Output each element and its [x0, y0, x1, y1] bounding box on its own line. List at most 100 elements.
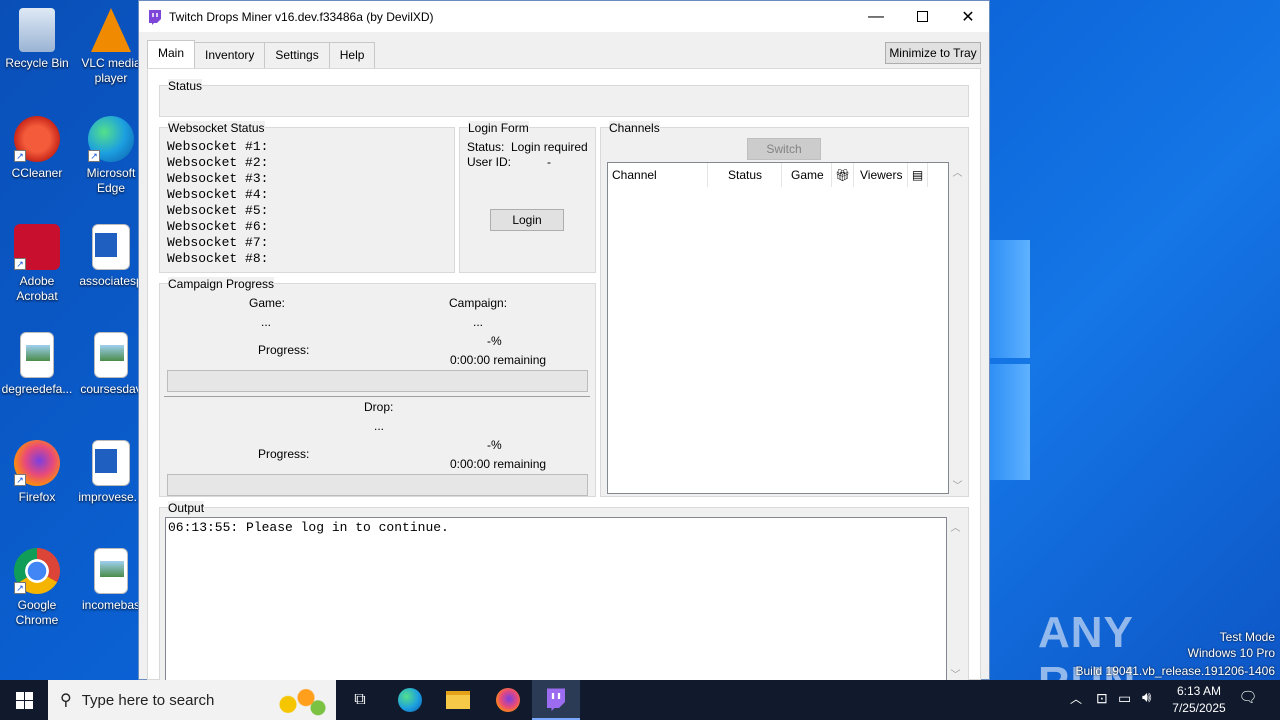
column-header-game[interactable]: Game: [782, 163, 832, 187]
desktop-icon-coursesdav[interactable]: coursesdav: [74, 332, 148, 397]
search-placeholder: Type here to search: [81, 691, 215, 709]
websocket-line: Websocket #7:: [167, 235, 269, 250]
desktop-icon-degreedefa[interactable]: degreedefa...: [0, 332, 74, 397]
clock-time: 6:13 AM: [1176, 684, 1222, 698]
tray-network-adapter[interactable]: ⊡: [1096, 690, 1108, 707]
desktop-icon-improvese[interactable]: improvese...: [74, 440, 148, 505]
scroll-up-icon: ︿: [950, 523, 961, 534]
maximize-icon: [916, 11, 928, 22]
word-document-icon: [92, 224, 130, 270]
task-view-icon: ⧉: [354, 691, 366, 708]
gift-icon: 🎁︎: [834, 168, 851, 182]
desktop-icon-associatesp[interactable]: associatesp: [74, 224, 148, 289]
chevron-up-icon: ︿: [1070, 692, 1083, 706]
desktop-icon-recycle-bin[interactable]: Recycle Bin: [0, 8, 74, 71]
maximize-button[interactable]: [899, 1, 945, 32]
scroll-up-icon: ︿: [952, 168, 963, 179]
vlc-cone-icon: [91, 8, 131, 52]
desktop-icon-vlc[interactable]: VLC media player: [74, 8, 148, 86]
desktop-icon-firefox[interactable]: ↗ Firefox: [0, 440, 74, 505]
folder-icon: [446, 691, 470, 709]
clock-date: 7/25/2025: [1172, 701, 1226, 715]
taskbar-firefox[interactable]: [484, 680, 532, 720]
tray-volume[interactable]: 🔊︎: [1142, 689, 1151, 706]
login-button[interactable]: Login: [490, 209, 564, 231]
user-id-label: User ID:: [467, 155, 512, 169]
drop-value: ...: [374, 419, 385, 433]
column-header-status[interactable]: Status: [708, 163, 782, 187]
windows-edition-text: Windows 10 Pro: [1187, 646, 1275, 660]
websocket-status-label: Websocket Status: [168, 121, 265, 135]
taskbar-edge[interactable]: [386, 680, 434, 720]
image-file-icon: [94, 332, 128, 378]
desktop-icon-label: associatesp: [79, 274, 143, 288]
websocket-status-frame: Websocket Status Websocket #1: Websocket…: [159, 121, 455, 273]
login-form-label: Login Form: [468, 121, 529, 135]
column-header-channel[interactable]: Channel: [608, 163, 708, 187]
desktop-icon-label: incomebas: [81, 598, 141, 612]
close-icon: ✕: [961, 8, 975, 26]
column-header-drops[interactable]: 🎁︎: [832, 163, 854, 187]
tab-main[interactable]: Main: [147, 40, 196, 68]
minimize-to-tray-button[interactable]: Minimize to Tray: [885, 42, 981, 64]
tab-strip: Main Inventory Settings Help: [147, 40, 376, 68]
channels-table: Channel Status Game 🎁︎ Viewers ▤: [607, 162, 949, 494]
column-header-viewers[interactable]: Viewers: [854, 163, 908, 187]
drop-progress-bar: [167, 474, 588, 496]
title-bar[interactable]: Twitch Drops Miner v16.dev.f33486a (by D…: [139, 1, 989, 32]
websocket-line: Websocket #8:: [167, 251, 269, 266]
taskbar-clock[interactable]: 6:13 AM 7/25/2025: [1164, 683, 1234, 717]
desktop-icon-label: degreedefa...: [1, 382, 73, 396]
switch-button[interactable]: Switch: [747, 138, 821, 160]
firefox-icon: ↗: [14, 440, 60, 486]
twitch-drops-miner-icon: [547, 688, 565, 711]
desktop-icon-label: improvese...: [78, 490, 144, 504]
drop-percent: -%: [487, 438, 502, 452]
start-button[interactable]: [0, 680, 48, 720]
column-header-acl[interactable]: ▤: [908, 163, 928, 187]
test-mode-text: Test Mode: [1219, 630, 1275, 644]
firefox-icon: [496, 688, 520, 712]
campaign-progress-frame: Campaign Progress Game: ... Campaign: ..…: [159, 277, 596, 497]
tray-network[interactable]: ▭: [1118, 690, 1131, 707]
output-frame: Output 06:13:55: Please log in to contin…: [159, 501, 969, 683]
ccleaner-icon: ↗: [14, 116, 60, 162]
desktop-icon-label: coursesdav: [80, 382, 142, 396]
desktop-icon-acrobat[interactable]: ↗ Adobe Acrobat: [0, 224, 74, 304]
network-icon: ▭: [1118, 690, 1132, 706]
tab-help[interactable]: Help: [328, 42, 376, 68]
show-hidden-icons-button[interactable]: ︿: [1070, 690, 1082, 707]
status-frame-label: Status: [168, 79, 203, 93]
taskbar-file-explorer[interactable]: [434, 680, 482, 720]
taskbar-search-box[interactable]: ⚲ Type here to search: [48, 680, 336, 720]
task-view-button[interactable]: ⧉: [336, 680, 384, 720]
desktop-icon-chrome[interactable]: ↗ Google Chrome: [0, 548, 74, 628]
websocket-line: Websocket #2:: [167, 155, 269, 170]
desktop-icon-ccleaner[interactable]: ↗ CCleaner: [0, 116, 74, 181]
websocket-line: Websocket #6:: [167, 219, 269, 234]
websocket-line: Websocket #3:: [167, 171, 269, 186]
network-adapter-icon: ⊡: [1096, 690, 1108, 706]
action-center-button[interactable]: 🗨︎: [1236, 688, 1260, 712]
tab-settings[interactable]: Settings: [264, 42, 330, 68]
campaign-value: ...: [473, 315, 484, 329]
output-log: 06:13:55: Please log in to continue.: [165, 517, 947, 683]
websocket-line: Websocket #5:: [167, 203, 269, 218]
status-frame: Status: [159, 79, 969, 117]
minimize-button[interactable]: —: [853, 1, 899, 32]
build-text: Build 19041.vb_release.191206-1406: [1075, 664, 1276, 678]
desktop-icon-edge[interactable]: ↗ Microsoft Edge: [74, 116, 148, 196]
channels-scrollbar[interactable]: ︿ ﹀: [949, 162, 966, 494]
websocket-line: Websocket #1:: [167, 139, 269, 154]
scroll-down-icon: ﹀: [952, 481, 963, 492]
channels-frame: Channels Switch Channel Status Game 🎁︎ V…: [600, 121, 969, 497]
notification-icon: 🗨︎: [1238, 689, 1258, 706]
taskbar-twitch-drops-miner[interactable]: [532, 680, 580, 720]
login-status-label: Status:: [467, 140, 505, 154]
image-file-icon: [20, 332, 54, 378]
tab-inventory[interactable]: Inventory: [194, 42, 266, 68]
desktop-icon-incomebas[interactable]: incomebas: [74, 548, 148, 613]
output-scrollbar[interactable]: ︿ ﹀: [947, 517, 964, 681]
close-button[interactable]: ✕: [945, 1, 991, 32]
edge-icon: ↗: [88, 116, 134, 162]
